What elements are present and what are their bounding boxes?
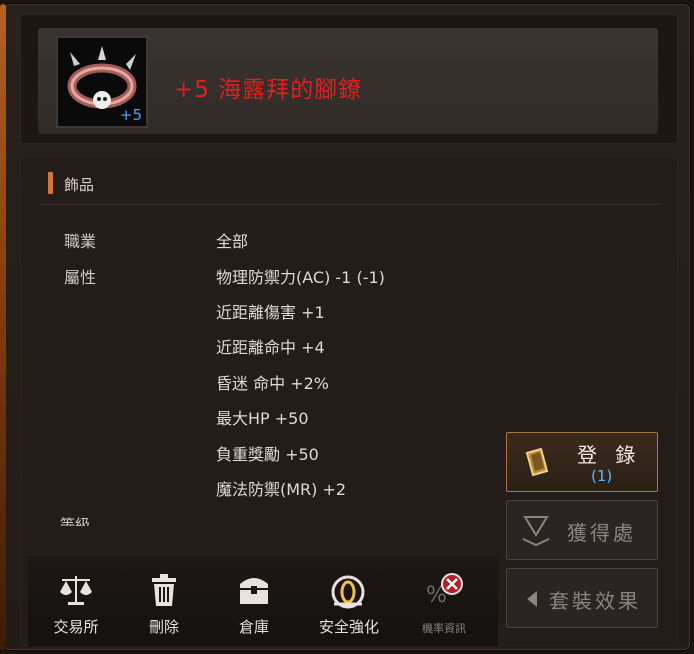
attribute-value: 物理防禦力(AC) -1 (-1) — [216, 268, 385, 287]
class-label: 職業 — [64, 232, 97, 251]
register-count: (1) — [591, 467, 613, 485]
warehouse-label: 倉庫 — [238, 618, 269, 636]
trash-icon — [152, 574, 176, 606]
safe-enhance-label: 安全強化 — [318, 618, 379, 636]
arrow-left-icon — [527, 591, 537, 607]
delete-button[interactable]: 刪除 — [124, 566, 204, 638]
attribute-value: 昏迷 命中 +2% — [216, 374, 329, 393]
attribute-value: 近距離命中 +4 — [216, 338, 325, 357]
divider — [40, 204, 660, 205]
item-header: +5 +5 海露拜的腳鐐 — [20, 14, 678, 144]
register-button[interactable]: 登 錄 (1) — [506, 432, 658, 492]
location-icon — [522, 516, 550, 547]
level-label: 等級 — [60, 516, 91, 526]
category-label: 飾品 — [64, 176, 95, 194]
chest-icon — [240, 578, 268, 604]
enhance-level: +5 — [119, 106, 142, 124]
obtain-location-button[interactable]: 獲得處 — [506, 500, 658, 560]
bottom-toolbar: 交易所 刪除 倉庫 安全強化 % 機率資訊 — [28, 556, 498, 646]
item-name: +5 海露拜的腳鐐 — [174, 77, 363, 103]
warehouse-button[interactable]: 倉庫 — [214, 566, 294, 638]
attribute-value: 負重獎勵 +50 — [216, 445, 319, 464]
safe-enhance-icon — [331, 575, 365, 609]
book-icon — [525, 447, 549, 477]
register-label: 登 錄 — [577, 443, 642, 467]
exchange-label: 交易所 — [53, 618, 99, 636]
class-value: 全部 — [216, 232, 249, 251]
attribute-value: 近距離傷害 +1 — [216, 303, 325, 322]
safe-enhance-button[interactable]: 安全強化 — [304, 566, 394, 638]
scale-icon — [60, 576, 92, 605]
attribute-value: 最大HP +50 — [216, 409, 309, 428]
exchange-button[interactable]: 交易所 — [36, 566, 116, 638]
truncated-row: 等級 無 — [60, 514, 210, 526]
attribute-label: 屬性 — [64, 268, 97, 287]
percent-disabled-icon: % — [426, 573, 463, 608]
delete-label: 刪除 — [148, 618, 179, 636]
rate-info-button[interactable]: % 機率資訊 — [404, 566, 484, 638]
rate-info-label: 機率資訊 — [422, 622, 466, 635]
set-effect-button[interactable]: 套裝效果 — [506, 568, 658, 628]
category-marker — [48, 172, 53, 194]
set-effect-label: 套裝效果 — [549, 589, 641, 613]
obtain-label: 獲得處 — [567, 521, 636, 545]
item-icon[interactable]: +5 — [56, 36, 148, 128]
attribute-value: 魔法防禦(MR) +2 — [216, 480, 347, 499]
